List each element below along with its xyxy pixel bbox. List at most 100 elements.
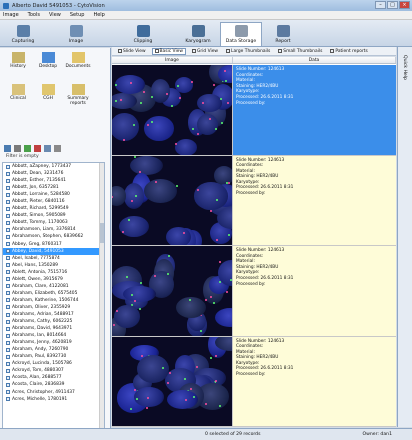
fish-signal <box>150 121 153 124</box>
close-icon[interactable]: × <box>399 1 410 9</box>
list-item[interactable]: Abbott, aZapney, 1773437 <box>3 163 104 170</box>
large-thumbnails-button[interactable]: Large Thumbnails <box>224 49 272 54</box>
list-item[interactable]: Abbott, Pieter, 6840116 <box>3 198 104 205</box>
patient-name: Abraham, Paul, 8392730 <box>12 354 67 360</box>
list-item[interactable]: Abraham, Katherine, 1506744 <box>3 297 104 304</box>
filter-icon[interactable] <box>4 145 11 152</box>
list-item[interactable]: Abrahamsen, Liam, 3376814 <box>3 226 104 233</box>
header-data[interactable]: Data <box>233 57 396 63</box>
history-button[interactable]: History <box>3 52 33 76</box>
fish-signal <box>218 404 221 407</box>
list-item[interactable]: Acres, Michelle, 1780191 <box>3 396 104 403</box>
documents-button[interactable]: Documents <box>63 52 93 76</box>
list-item[interactable]: Acosta, Claire, 2836839 <box>3 381 104 388</box>
list-item[interactable]: Abraham, Paul, 8392730 <box>3 353 104 360</box>
list-item[interactable]: Abraham, Elizabeth, 6575405 <box>3 290 104 297</box>
sort-icon[interactable] <box>14 145 21 152</box>
basic-view-button[interactable]: Basic View <box>151 47 186 55</box>
list-item[interactable]: Abbott, Lorraine, 5284580 <box>3 191 104 198</box>
list-item[interactable]: Abrahams, Ian, 8014664 <box>3 332 104 339</box>
tab-capturing[interactable]: Capturing <box>4 22 42 46</box>
desktop-button[interactable]: Desktop <box>33 52 63 76</box>
menu-help[interactable]: Help <box>93 12 104 18</box>
nucleus <box>119 215 149 237</box>
patient-name: Abel, Hans, 1350289 <box>12 262 58 268</box>
delete-icon[interactable] <box>34 145 41 152</box>
table-row[interactable]: Slide Number: 124613 Coordinates: Material… <box>112 155 396 246</box>
list-item[interactable]: Ackroyd, Lucinda, 1505786 <box>3 360 104 367</box>
patient-name: Abrahams, Ian, 8014664 <box>12 333 67 339</box>
small-thumbnails-button[interactable]: Small Thumbnails <box>276 49 324 54</box>
list-item[interactable]: Abraham, Andy, 7260790 <box>3 346 104 353</box>
list-item[interactable]: Abbott, Richard, 5299549 <box>3 205 104 212</box>
table-row[interactable]: Slide Number: 124613 Coordinates: Material… <box>112 246 396 337</box>
menu-image[interactable]: Image <box>3 12 19 18</box>
fish-signal <box>210 356 213 359</box>
list-item[interactable]: Ablett, Antonia, 7515716 <box>3 269 104 276</box>
minimize-icon[interactable]: – <box>375 1 386 9</box>
list-item[interactable]: Abbey, Greg, 8760317 <box>3 241 104 248</box>
quick-help-panel[interactable]: Quick Help <box>397 47 412 427</box>
table-row[interactable]: Slide Number: 124613 Coordinates: Material… <box>112 336 396 427</box>
patient-name: Abbott, Jon, 6357281 <box>12 185 59 191</box>
nucleus <box>174 139 198 155</box>
nucleus <box>194 182 229 210</box>
list-item[interactable]: Abrahams, Adrian, 5488917 <box>3 311 104 318</box>
maximize-icon[interactable]: □ <box>387 1 398 9</box>
tab-image[interactable]: Image <box>60 22 92 46</box>
tab-data-storage[interactable]: Data Storage <box>220 22 262 46</box>
info-processed-by: Processed by: <box>236 281 266 287</box>
refresh-icon[interactable] <box>44 145 51 152</box>
table-row[interactable]: Slide Number: 124613 Coordinates: Material… <box>112 65 396 156</box>
fish-signal <box>176 185 179 188</box>
list-item[interactable]: Abbott, Simon, 5905089 <box>3 212 104 219</box>
tab-karyogram[interactable]: Karyogram <box>180 22 216 46</box>
summary-reports-button[interactable]: Summary reports <box>63 84 93 108</box>
patient-icon <box>6 375 10 380</box>
tab-clipping[interactable]: Clipping <box>128 22 158 46</box>
patient-name: Abraham, Oliver, 2355929 <box>12 304 71 310</box>
list-item[interactable]: Ablett, Owen, 3915679 <box>3 276 104 283</box>
list-item[interactable]: Abbey, David, 5491053 <box>3 247 104 255</box>
menu-setup[interactable]: Setup <box>70 12 85 18</box>
patient-icon <box>6 319 10 324</box>
list-item[interactable]: Abraham, Oliver, 2355929 <box>3 304 104 311</box>
clinical-button[interactable]: Clinical <box>3 84 33 108</box>
patient-name: Ablett, Owen, 3915679 <box>12 276 63 282</box>
slide-thumbnail[interactable] <box>112 155 233 245</box>
list-item[interactable]: Abbott, Dean, 3231476 <box>3 170 104 177</box>
list-item[interactable]: Abraham, Clare, 4122081 <box>3 283 104 290</box>
list-item[interactable]: Acosta, Alan, 2688577 <box>3 374 104 381</box>
add-icon[interactable] <box>24 145 31 152</box>
list-item[interactable]: Abbott, Esther, 7135641 <box>3 177 104 184</box>
grid-view-button[interactable]: Grid View <box>190 49 220 54</box>
slide-view-button[interactable]: Slide View <box>116 49 148 54</box>
list-item[interactable]: Abel, Isabel, 7775874 <box>3 255 104 262</box>
menu-view[interactable]: View <box>49 12 61 18</box>
slide-thumbnail[interactable] <box>112 246 233 336</box>
list-item[interactable]: Abbott, Jon, 6357281 <box>3 184 104 191</box>
list-item[interactable]: Abrahams, David, 9643971 <box>3 325 104 332</box>
patient-list-scrollbar[interactable] <box>99 163 104 429</box>
list-item[interactable]: Acres, Christopher, 4911437 <box>3 389 104 396</box>
tab-report[interactable]: Report <box>268 22 298 46</box>
cgh-button[interactable]: CGH <box>33 84 63 108</box>
nucleus <box>115 75 145 94</box>
fish-signal <box>130 293 133 296</box>
list-item[interactable]: Abrahamsen, Stephen, 6839662 <box>3 233 104 240</box>
list-item[interactable]: Abrahams, Jenny, 4620819 <box>3 339 104 346</box>
header-image[interactable]: Image <box>112 57 233 63</box>
patient-reports-button[interactable]: Patient reports <box>328 49 369 54</box>
menu-tools[interactable]: Tools <box>28 12 40 18</box>
list-item[interactable]: Abrahams, Cathy, 6062225 <box>3 318 104 325</box>
list-item[interactable]: Abel, Hans, 1350289 <box>3 262 104 269</box>
slide-thumbnail[interactable] <box>112 336 233 426</box>
patient-list[interactable]: Abbott, aZapney, 1773437 Abbott, Dean, 32… <box>2 162 105 430</box>
list-item[interactable]: Ackroyd, Tom, 4880307 <box>3 367 104 374</box>
scrollbar-thumb[interactable] <box>100 223 104 243</box>
search-icon[interactable] <box>54 145 61 152</box>
list-item[interactable]: Abbott, Tommy, 1170063 <box>3 219 104 226</box>
patient-icon <box>6 361 10 366</box>
slide-thumbnail[interactable] <box>112 65 233 155</box>
nucleus <box>196 113 218 135</box>
